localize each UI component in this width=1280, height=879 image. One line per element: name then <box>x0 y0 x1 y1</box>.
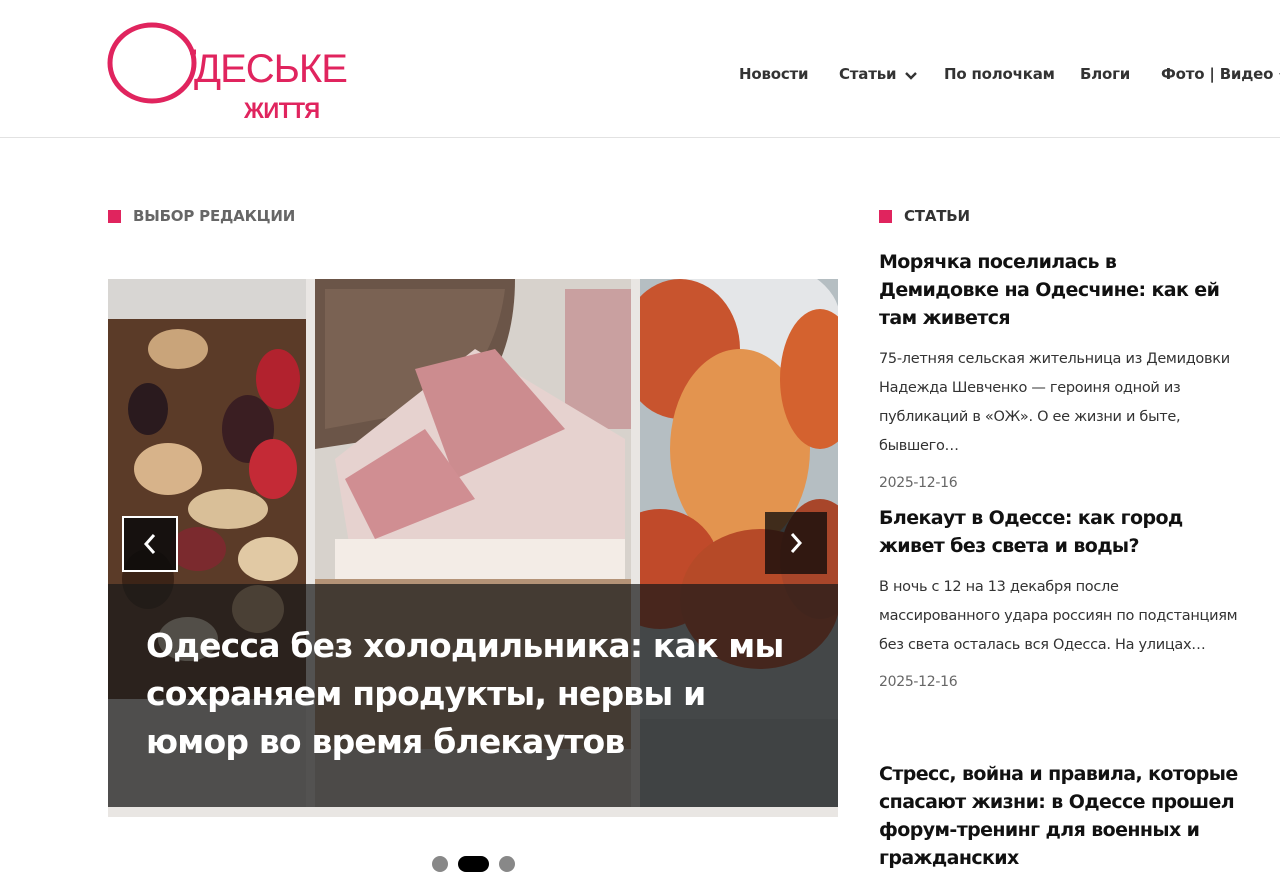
slider-prev-button[interactable] <box>122 516 178 572</box>
nav-item-label: По полочкам <box>944 65 1055 83</box>
chevron-down-icon <box>904 68 918 80</box>
nav-item-label: Статьи <box>839 65 897 83</box>
nav-item-label: Фото | Видео <box>1161 65 1274 83</box>
slider-dot[interactable] <box>499 856 515 872</box>
article-excerpt: 75-летняя сельская жительница из Демидов… <box>879 351 1230 454</box>
nav-item-blogs[interactable]: Блоги <box>1080 60 1130 88</box>
section-marker <box>879 209 892 223</box>
article-title[interactable]: Морячка поселилась в Демидовке на Одесчи… <box>879 248 1239 332</box>
section-title: ВЫБОР РЕДАКЦИИ <box>133 207 296 225</box>
nav-item-articles[interactable]: Статьи <box>839 60 918 88</box>
slide-title[interactable]: Одесса без холодильника: как мы сохраняе… <box>146 622 806 766</box>
section-title: СТАТЬИ <box>904 207 970 225</box>
site-header: ДЕСЬКЕ ЖИТТЯ Новости Статьи По полочкам … <box>0 0 1280 138</box>
logo-text-sub: ЖИТТЯ <box>243 98 320 123</box>
chevron-left-icon <box>143 534 156 554</box>
nav-item-shelves[interactable]: По полочкам <box>944 60 1055 88</box>
nav-item-photo-video[interactable]: Фото | Видео <box>1161 60 1280 88</box>
nav-item-label: Новости <box>739 65 809 83</box>
chevron-right-icon <box>790 533 803 553</box>
article-title[interactable]: Стресс, война и правила, которые спасают… <box>879 760 1239 872</box>
article-date: 2025-12-16 <box>879 475 958 491</box>
article-item: Блекаут в Одессе: как город живет без св… <box>879 504 1239 690</box>
article-title[interactable]: Блекаут в Одессе: как город живет без св… <box>879 504 1239 560</box>
main-nav: Новости Статьи По полочкам Блоги Фото | … <box>0 60 1280 88</box>
section-marker <box>108 209 121 223</box>
articles-heading: СТАТЬИ <box>879 204 970 228</box>
slider-next-button[interactable] <box>765 512 827 574</box>
featured-slider[interactable]: Одесса без холодильника: как мы сохраняе… <box>108 279 838 817</box>
nav-item-news[interactable]: Новости <box>739 60 809 88</box>
slider-dot[interactable] <box>432 856 448 872</box>
nav-item-label: Блоги <box>1080 65 1131 83</box>
article-item: Стресс, война и правила, которые спасают… <box>879 760 1239 872</box>
article-date: 2025-12-16 <box>879 674 958 690</box>
article-item: Морячка поселилась в Демидовке на Одесчи… <box>879 248 1239 491</box>
article-excerpt: В ночь с 12 на 13 декабря после массиров… <box>879 579 1238 653</box>
slider-dot-active[interactable] <box>458 856 489 872</box>
slider-pagination <box>432 856 532 872</box>
editor-choice-heading: ВЫБОР РЕДАКЦИИ <box>108 204 295 228</box>
